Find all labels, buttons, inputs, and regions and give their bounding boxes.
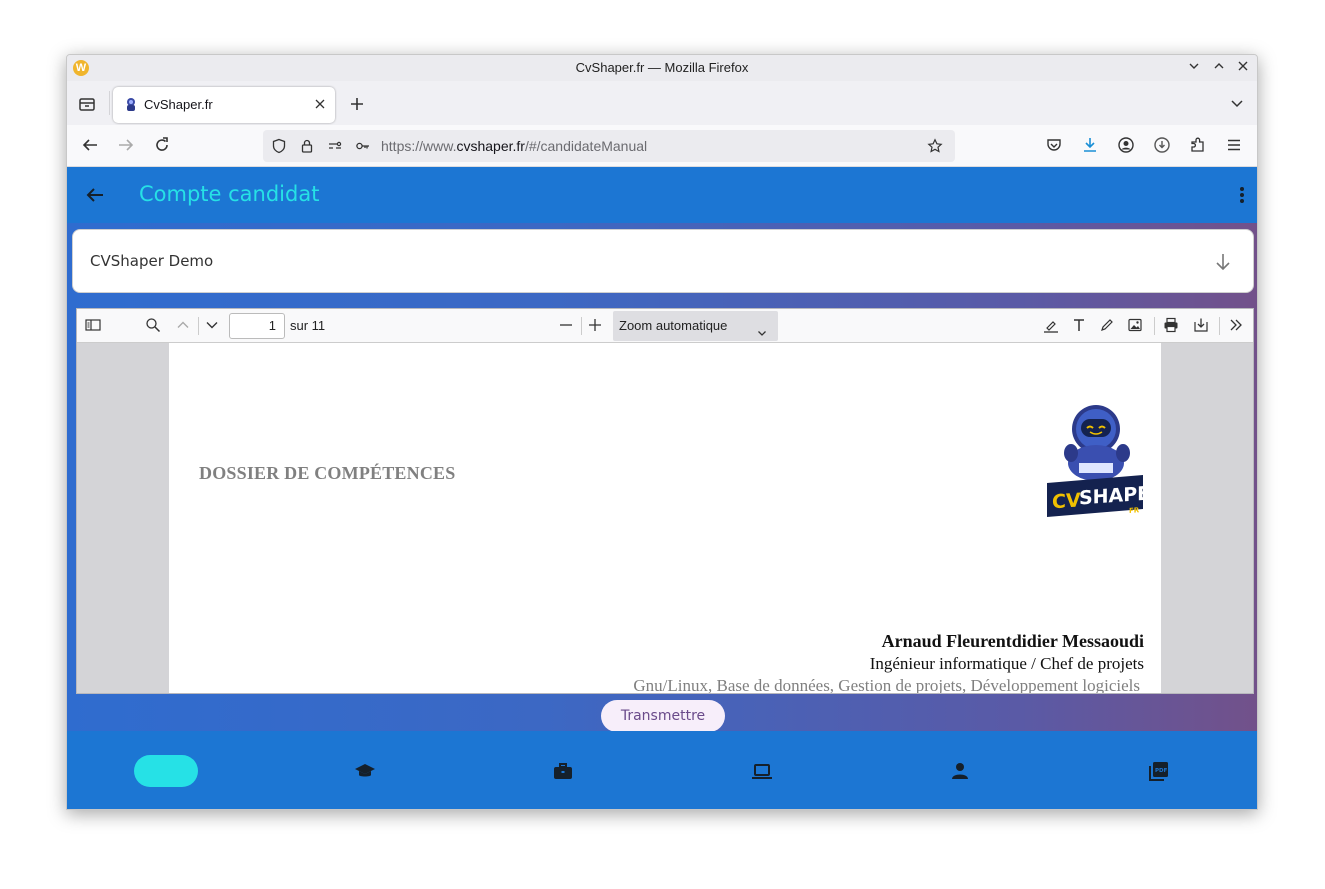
tab-label: CvShaper.fr: [144, 97, 213, 112]
extension-download-icon[interactable]: [1153, 136, 1173, 156]
minimize-icon[interactable]: [1185, 59, 1203, 77]
page-title: Compte candidat: [139, 182, 320, 206]
zoom-select[interactable]: Zoom automatique: [613, 311, 778, 341]
document-title: DOSSIER DE COMPÉTENCES: [199, 463, 456, 483]
reload-icon[interactable]: [153, 136, 173, 156]
pdf-toolbar: 1 sur 11 Zoom automatique: [77, 309, 1253, 343]
url-path: /#/candidateManual: [524, 138, 648, 154]
zoom-select-value: Zoom automatique: [619, 318, 728, 333]
next-page-icon[interactable]: [204, 317, 222, 335]
nav-education[interactable]: [333, 755, 397, 787]
tools-more-icon[interactable]: [1228, 317, 1246, 335]
chevron-down-icon: [756, 320, 768, 336]
candidate-role: Ingénieur informatique / Chef de projets: [869, 654, 1144, 673]
zoom-out-icon[interactable]: [558, 317, 576, 335]
pdf-toolbar-separator: [581, 317, 582, 335]
cv-selector-value: CVShaper Demo: [90, 252, 214, 270]
text-annotation-icon[interactable]: [1071, 317, 1089, 335]
nav-profile[interactable]: [928, 755, 992, 787]
url-text[interactable]: https://www.cvshaper.fr/#/candidateManua…: [381, 138, 647, 154]
title-bar: W CvShaper.fr — Mozilla Firefox: [67, 55, 1257, 81]
tab-strip: CvShaper.fr: [67, 81, 1257, 125]
previous-page-icon[interactable]: [175, 317, 193, 335]
zoom-in-icon[interactable]: [587, 317, 605, 335]
account-icon[interactable]: [1117, 136, 1137, 156]
draw-icon[interactable]: [1099, 317, 1117, 335]
cv-selector[interactable]: CVShaper Demo: [72, 229, 1254, 293]
menu-icon[interactable]: [1225, 136, 1245, 156]
extensions-icon[interactable]: [1189, 136, 1209, 156]
tab-cvshaper[interactable]: CvShaper.fr: [113, 87, 335, 123]
address-bar[interactable]: https://www.cvshaper.fr/#/candidateManua…: [263, 130, 955, 162]
window-title: CvShaper.fr — Mozilla Firefox: [575, 60, 749, 75]
pocket-icon[interactable]: [1045, 136, 1065, 156]
app-header: Compte candidat: [67, 167, 1257, 223]
pdf-icon: PDF: [1149, 762, 1168, 781]
pdf-toolbar-separator: [1154, 317, 1155, 335]
svg-text:PDF: PDF: [1155, 768, 1168, 774]
shield-icon[interactable]: [271, 138, 287, 154]
laptop-icon: [752, 764, 772, 779]
pdf-toolbar-separator: [1219, 317, 1220, 335]
nav-experience[interactable]: [531, 755, 595, 787]
tab-overview-icon[interactable]: [77, 95, 97, 113]
save-pdf-icon[interactable]: [1193, 317, 1211, 335]
sidebar-toggle-icon[interactable]: [85, 317, 103, 335]
bookmark-star-icon[interactable]: [927, 138, 943, 154]
key-icon[interactable]: [355, 138, 371, 154]
pdf-page: DOSSIER DE COMPÉTENCES CV SHAPER FR Arna…: [169, 343, 1165, 694]
astronaut-favicon-icon: [123, 97, 139, 113]
maximize-icon[interactable]: [1210, 59, 1228, 77]
app-content: Compte candidat CVShaper Demo 1 sur 11 Z…: [67, 167, 1257, 809]
browser-window: W CvShaper.fr — Mozilla Firefox CvShaper…: [66, 54, 1258, 810]
candidate-name: Arnaud Fleurentdidier Messaoudi: [881, 631, 1144, 651]
new-tab-icon[interactable]: [348, 95, 366, 113]
pdf-viewer: 1 sur 11 Zoom automatique DOSSIER DE COM…: [76, 308, 1254, 694]
url-prefix: https://www.: [381, 138, 457, 154]
forward-icon[interactable]: [117, 136, 137, 156]
print-icon[interactable]: [1163, 317, 1181, 335]
school-icon: [355, 764, 375, 777]
page-number-input[interactable]: 1: [229, 313, 285, 339]
downloads-icon[interactable]: [1081, 136, 1101, 156]
pdf-toolbar-separator: [198, 317, 199, 335]
permissions-icon[interactable]: [327, 138, 343, 154]
nav-skills[interactable]: [730, 755, 794, 787]
cvshaper-logo-icon: CV SHAPER FR: [1043, 401, 1165, 521]
briefcase-icon: [554, 763, 572, 779]
page-total: sur 11: [290, 318, 326, 333]
tab-separator: [109, 91, 110, 115]
list-all-tabs-icon[interactable]: [1229, 95, 1245, 111]
transmit-button[interactable]: Transmettre: [601, 700, 725, 732]
pdf-search-icon[interactable]: [145, 317, 163, 335]
svg-text:FR: FR: [1129, 506, 1140, 515]
person-icon: [952, 763, 968, 779]
close-window-icon[interactable]: [1234, 59, 1252, 77]
highlight-icon[interactable]: [1043, 317, 1061, 335]
more-vert-icon[interactable]: [1239, 185, 1245, 205]
nav-home[interactable]: [134, 755, 198, 787]
nav-pdf[interactable]: PDF: [1127, 755, 1191, 787]
app-back-icon[interactable]: [85, 185, 105, 205]
url-domain: cvshaper.fr: [456, 138, 525, 154]
bottom-navigation: PDF: [67, 731, 1257, 809]
add-image-icon[interactable]: [1127, 317, 1145, 335]
arrow-down-icon[interactable]: [1213, 252, 1233, 272]
candidate-skills: Gnu/Linux, Base de données, Gestion de p…: [633, 676, 1140, 694]
svg-text:CV: CV: [1052, 489, 1081, 513]
close-tab-icon[interactable]: [313, 97, 327, 111]
back-icon[interactable]: [81, 136, 101, 156]
navigation-bar: https://www.cvshaper.fr/#/candidateManua…: [67, 125, 1257, 167]
lock-icon[interactable]: [299, 138, 315, 154]
